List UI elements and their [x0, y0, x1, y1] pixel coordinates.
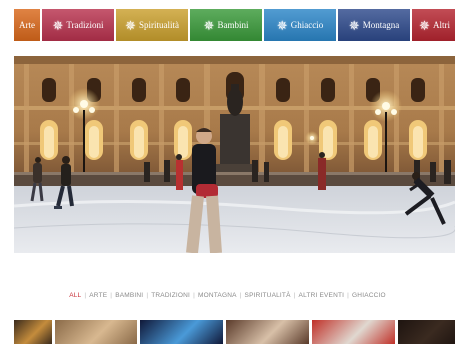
hero-photo[interactable] [14, 56, 455, 253]
filter-tradizioni[interactable]: TRADIZIONI [149, 292, 192, 299]
tab-label: Ghiaccio [290, 19, 324, 30]
tab-tradizioni[interactable]: ✵ Tradizioni [42, 9, 114, 41]
thumb-3[interactable] [140, 320, 223, 344]
filter-bambini[interactable]: BAMBINI [113, 292, 145, 299]
filter-ghiaccio[interactable]: GHIACCIO [350, 292, 388, 299]
tab-label: Bambini [217, 19, 249, 30]
hero-illustration [14, 56, 455, 253]
star-icon: ✵ [52, 17, 64, 33]
tab-montagna[interactable]: ✵ Montagna [338, 9, 410, 41]
star-icon: ✵ [203, 17, 215, 33]
star-icon: ✵ [125, 17, 136, 33]
thumb-1[interactable] [14, 320, 52, 344]
tab-label: Arte [19, 19, 35, 30]
tab-bambini[interactable]: ✵ Bambini [190, 9, 262, 41]
thumbnail-strip [14, 320, 455, 344]
star-icon: ✵ [348, 17, 360, 33]
tab-spiritualit-[interactable]: ✵ Spiritualità [116, 9, 188, 41]
tab-label: Spiritualità [138, 19, 179, 30]
star-icon: ✵ [276, 17, 288, 33]
tab-label: Altri [432, 19, 450, 30]
filter-altri-eventi[interactable]: ALTRI EVENTI [297, 292, 347, 299]
filter-arte[interactable]: ARTE [87, 292, 109, 299]
tab-altri[interactable]: ✵ Altri [412, 9, 455, 41]
tab-ghiaccio[interactable]: ✵ Ghiaccio [264, 9, 336, 41]
category-filter-row: ALL | ARTE | BAMBINI | TRADIZIONI | MONTAGNA | SPI… [0, 292, 455, 299]
thumb-5[interactable] [312, 320, 395, 344]
star-icon: ✵ [419, 17, 430, 33]
thumb-6[interactable] [398, 320, 455, 344]
tab-label: Tradizioni [66, 19, 104, 30]
thumb-2[interactable] [55, 320, 137, 344]
category-tab-bar: Arte ✵ Tradizioni ✵ Spiritualità ✵ Bambini ✵ Ghi… [14, 9, 455, 41]
filter-montagna[interactable]: MONTAGNA [196, 292, 239, 299]
filter-all[interactable]: ALL [67, 292, 83, 299]
tab-label: Montagna [362, 19, 400, 30]
tab-arte[interactable]: Arte [14, 9, 40, 41]
filter-spiritualit-[interactable]: SPIRITUALITÀ [243, 292, 293, 299]
thumb-4[interactable] [226, 320, 309, 344]
